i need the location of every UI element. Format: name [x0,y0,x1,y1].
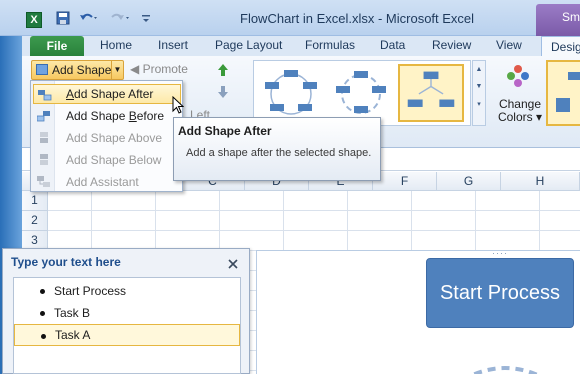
promote-label: Promote [142,62,188,76]
customize-toolbar-icon[interactable] [140,11,152,29]
menu-item-add-shape-after[interactable]: Add Shape After [33,84,181,104]
menu-item-label: Add Shape Before [66,109,165,123]
add-below-icon [40,154,48,165]
tooltip-title: Add Shape After [178,124,272,138]
redo-icon[interactable] [108,11,130,29]
gallery-scrollbar[interactable]: ▲ ▼ ▾ [472,60,486,126]
tab-page-layout[interactable]: Page Layout [215,38,282,56]
change-colors-button[interactable]: Change Colors ▾ [496,98,544,124]
undo-icon[interactable] [78,11,98,29]
add-shape-button[interactable]: Add Shape ▼ [31,60,124,80]
add-before-icon [37,111,50,122]
add-shape-label: Add Shape [52,63,112,77]
add-above-icon [40,132,48,143]
start-process-shape[interactable]: Start Process [426,258,574,328]
menu-item-add-shape-below: Add Shape Below [33,150,181,170]
save-icon[interactable] [56,11,70,29]
add-assistant-icon [37,176,50,187]
menu-item-label: Add Shape Below [66,153,162,167]
window-title: FlowChart in Excel.xlsx - Microsoft Exce… [240,11,475,26]
column-header[interactable]: G [437,172,501,191]
add-after-icon [38,90,52,101]
move-up-icon[interactable] [218,64,228,76]
layout-radial-thumbnail[interactable] [328,64,394,122]
excel-app-icon[interactable]: X [26,12,42,28]
smartart-tools-context-tab[interactable]: Sma [536,4,580,36]
change-colors-icon[interactable] [506,64,530,88]
row-header[interactable]: 1 [22,191,48,211]
menu-item-add-shape-before[interactable]: Add Shape Before [33,106,181,126]
menu-item-add-shape-above: Add Shape Above [33,128,181,148]
connector-arc [470,366,540,374]
row-header[interactable]: 2 [22,211,48,231]
tooltip-body: Add a shape after the selected shape. [186,147,372,159]
scroll-up-icon[interactable]: ▲ [473,66,485,73]
smartart-style-thumbnail[interactable] [546,60,580,126]
tab-home[interactable]: Home [100,38,132,56]
tab-file[interactable]: File [30,36,84,57]
scroll-down-icon[interactable]: ▼ [473,83,485,90]
column-header[interactable]: H [501,172,580,191]
tab-data[interactable]: Data [380,38,405,56]
close-icon[interactable] [227,258,239,270]
add-shape-icon [36,64,48,75]
text-pane-title: Type your text here [11,255,121,269]
menu-item-label: Add Shape After [66,87,154,101]
change-colors-label-2: Colors ▾ [497,110,543,124]
tab-insert[interactable]: Insert [158,38,188,56]
canvas-resize-handle[interactable]: ···· [492,248,508,258]
list-item[interactable]: Task B [14,302,240,324]
tab-review[interactable]: Review [432,38,471,56]
menu-item-label: Add Shape Above [66,131,163,145]
tab-view[interactable]: View [496,38,522,56]
chevron-down-icon[interactable]: ▼ [111,61,123,79]
column-header[interactable]: F [373,172,437,191]
layout-hierarchy-thumbnail[interactable] [398,64,464,122]
mouse-cursor-icon [172,96,184,114]
list-item[interactable]: Start Process [14,280,240,302]
more-icon[interactable]: ▾ [473,100,485,108]
tab-design[interactable]: Desig [541,36,580,57]
layout-cycle-thumbnail[interactable] [258,64,324,122]
promote-button[interactable]: ◀ Promote [130,62,188,76]
tab-formulas[interactable]: Formulas [305,38,355,56]
list-item-selected[interactable]: Task A [14,324,240,346]
promote-arrow-icon: ◀ [130,62,143,76]
menu-item-label: Add Assistant [66,175,139,189]
move-down-icon[interactable] [218,86,228,98]
menu-item-add-assistant: Add Assistant [33,172,181,192]
